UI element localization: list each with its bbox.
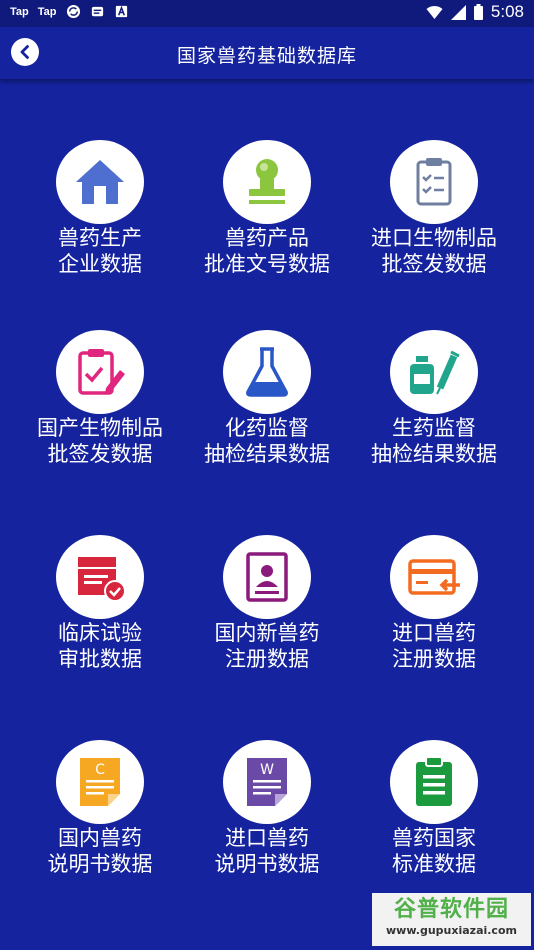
tile-import-bio-data[interactable]: 进口生物制品 批签发数据 [345,140,523,276]
message-icon [91,6,103,17]
tile-label: 国产生物制品 [37,416,163,440]
tile-domestic-manual-data[interactable]: C 国内兽药 说明书数据 [11,740,189,876]
tile-label: 抽检结果数据 [204,442,330,466]
tile-import-drug-registration-data[interactable]: 进口兽药 注册数据 [345,535,523,671]
app-header: 国家兽药基础数据库 [0,27,534,79]
sync-icon [66,4,80,19]
tile-new-drug-registration-data[interactable]: 国内新兽药 注册数据 [178,535,356,671]
tile-label: 兽药国家 [392,826,476,850]
tile-label: 兽药生产 [58,226,142,250]
tile-chemical-supervision-data[interactable]: 化药监督 抽检结果数据 [178,330,356,466]
tile-icon-circle [390,535,478,619]
tile-label: 生药监督 [392,416,476,440]
tile-label: 标准数据 [392,852,476,876]
tile-domestic-bio-data[interactable]: 国产生物制品 批签发数据 [11,330,189,466]
tap-app-icon: Tap [10,5,29,18]
document-w-icon: W [247,758,287,806]
page-title: 国家兽药基础数据库 [176,45,357,67]
tile-icon-circle [390,740,478,824]
svg-text:W: W [260,762,274,778]
tile-icon-circle: C [56,740,144,824]
card-arrow-icon [408,559,460,595]
tile-label: 国内新兽药 [214,621,320,645]
approval-box-icon [78,557,126,602]
tile-label: 说明书数据 [47,852,153,876]
tap-app-icon: Tap [37,5,57,18]
tile-icon-circle [223,330,311,414]
tile-icon-circle [56,140,144,224]
checklist-icon [416,158,452,206]
tile-enterprise-data[interactable]: 兽药生产 企业数据 [11,140,189,276]
tile-label: 注册数据 [392,647,476,671]
tile-import-manual-data[interactable]: W 进口兽药 说明书数据 [178,740,356,876]
tile-label: 兽药产品 [225,226,309,250]
green-clipboard-icon [416,756,452,806]
tile-label: 临床试验 [58,621,142,645]
tile-icon-circle [390,330,478,414]
tile-icon-circle [223,535,311,619]
battery-icon [473,4,483,20]
watermark: 谷普软件园 www.gupuxiazai.com [372,893,531,946]
clipboard-pen-icon [78,349,125,395]
watermark-url: www.gupuxiazai.com [386,924,517,937]
tile-product-approval-data[interactable]: 兽药产品 批准文号数据 [178,140,356,276]
tile-label: 化药监督 [225,416,309,440]
tile-label: 企业数据 [58,252,142,276]
status-time: 5:08 [490,2,524,21]
document-c-icon: C [80,758,120,806]
tile-label: 批签发数据 [47,442,153,466]
wifi-icon [426,5,443,19]
flask-icon [246,347,288,397]
tile-icon-circle [56,330,144,414]
tile-clinical-trial-data[interactable]: 临床试验 审批数据 [11,535,189,671]
tile-label: 抽检结果数据 [371,442,497,466]
tile-biological-supervision-data[interactable]: 生药监督 抽检结果数据 [345,330,523,466]
tile-icon-circle [223,140,311,224]
tile-national-standard-data[interactable]: 兽药国家 标准数据 [345,740,523,876]
watermark-brand: 谷普软件园 [393,897,509,922]
id-card-icon [246,552,288,602]
tile-label: 进口生物制品 [371,226,497,250]
tile-label: 国内兽药 [58,826,142,850]
status-bar: Tap Tap 5:08 [0,0,534,27]
tile-icon-circle [56,535,144,619]
vial-syringe-icon [410,350,460,395]
tile-label: 进口兽药 [225,826,309,850]
svg-text:C: C [95,762,105,778]
tile-label: 批签发数据 [381,252,487,276]
tile-label: 注册数据 [225,647,309,671]
tile-label: 进口兽药 [392,621,476,645]
tile-label: 批准文号数据 [204,252,330,276]
tile-label: 说明书数据 [214,852,320,876]
app-a-icon [115,5,127,18]
tile-label: 审批数据 [58,647,142,671]
stamp-icon [249,159,285,204]
signal-icon [450,4,466,20]
house-icon [76,160,124,204]
tile-icon-circle: W [223,740,311,824]
tile-icon-circle [390,140,478,224]
